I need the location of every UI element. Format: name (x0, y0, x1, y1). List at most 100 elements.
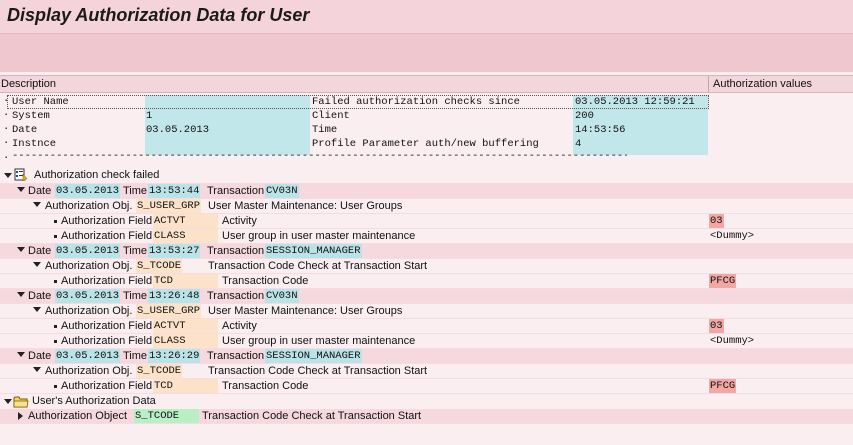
transaction-label: Transaction (207, 245, 265, 257)
profile-param-label: Profile Parameter auth/new buffering (312, 138, 539, 150)
date-label: Date (28, 290, 52, 302)
bullet-icon (54, 325, 57, 328)
expand-icon[interactable] (17, 187, 25, 192)
user-auth-object-row[interactable]: Authorization Object S_TCODE Transaction… (0, 409, 853, 424)
expand-icon[interactable] (33, 307, 41, 312)
separator-dashes: ----------------------------------------… (12, 150, 627, 162)
auth-field-name: CLASS (153, 229, 218, 243)
auth-field-row[interactable]: Authorization Field ACTVT Activity 03 (0, 214, 853, 229)
entry-transaction: CV03N (265, 184, 299, 198)
expand-icon[interactable] (33, 262, 41, 267)
failed-entry-date-row[interactable]: Date 03.05.2013 Time 13:26:48 Transactio… (0, 289, 853, 304)
auth-field-text: Transaction Code (222, 275, 309, 287)
auth-field-label: Authorization Field (61, 230, 153, 242)
expand-icon[interactable] (18, 412, 23, 420)
time-label: Time (123, 245, 148, 257)
entry-transaction: SESSION_MANAGER (265, 244, 362, 258)
user-auth-title: User's Authorization Data (32, 395, 156, 407)
expand-icon[interactable] (4, 399, 12, 404)
expand-icon[interactable] (17, 352, 25, 357)
auth-field-label: Authorization Field (61, 275, 153, 287)
client-label: Client (312, 110, 350, 122)
auth-field-text: Transaction Code (222, 380, 309, 392)
auth-field-row[interactable]: Authorization Field TCD Transaction Code… (0, 274, 853, 289)
date-label: Date (28, 245, 52, 257)
column-header: Description Authorization values (0, 75, 853, 93)
time-value: 14:53:56 (575, 124, 626, 136)
failed-entry-date-row[interactable]: Date 03.05.2013 Time 13:26:29 Transactio… (0, 349, 853, 364)
auth-object-row[interactable]: Authorization Obj. S_TCODE Transaction C… (0, 364, 853, 379)
time-label: Time (123, 290, 148, 302)
auth-field-value: PFCG (709, 274, 737, 288)
auth-object-label: Authorization Obj. (45, 305, 133, 317)
auth-field-name: CLASS (153, 334, 218, 348)
auth-object-name: S_USER_GRP (136, 199, 202, 213)
system-value: 1 (146, 110, 153, 122)
user-name-label: User Name (12, 96, 69, 108)
auth-object-label: Authorization Obj. (45, 200, 133, 212)
auth-field-row[interactable]: Authorization Field TCD Transaction Code… (0, 379, 853, 394)
auth-field-label: Authorization Field (61, 215, 153, 227)
bullet-icon (54, 280, 57, 283)
failed-entry-date-row[interactable]: Date 03.05.2013 Time 13:53:44 Transactio… (0, 184, 853, 199)
info-row-user[interactable]: · User Name Failed authorization checks … (0, 95, 853, 109)
auth-field-row[interactable]: Authorization Field CLASS User group in … (0, 229, 853, 244)
bullet-icon: · (3, 152, 10, 164)
failed-entry-date-row[interactable]: Date 03.05.2013 Time 13:53:27 Transactio… (0, 244, 853, 259)
bullet-icon: · (3, 137, 10, 149)
time-label: Time (312, 124, 338, 136)
auth-object-label: Authorization Object (28, 410, 128, 422)
auth-object-name: S_TCODE (136, 259, 183, 273)
profile-param-value: 4 (575, 138, 582, 150)
entry-date: 03.05.2013 (55, 184, 121, 198)
date-label: Date (28, 185, 52, 197)
info-row-system[interactable]: · System 1 Client 200 (0, 109, 853, 123)
entry-date: 03.05.2013 (55, 244, 121, 258)
auth-field-name: TCD (153, 379, 218, 393)
entry-time: 13:53:27 (148, 244, 201, 258)
instance-label: Instnce (12, 138, 57, 150)
date-label: Date (28, 350, 52, 362)
column-authorization-values[interactable]: Authorization values (713, 78, 812, 90)
auth-field-text: Activity (222, 215, 257, 227)
info-row-separator: · --------------------------------------… (0, 150, 853, 164)
bullet-icon (54, 340, 57, 343)
failed-checks-node[interactable]: Authorization check failed (0, 168, 853, 184)
date-label: Date (12, 124, 38, 136)
user-auth-node[interactable]: User's Authorization Data (0, 394, 853, 410)
entry-time: 13:53:44 (148, 184, 201, 198)
column-description[interactable]: Description (1, 78, 56, 90)
auth-object-text: User Master Maintenance: User Groups (208, 200, 403, 212)
expand-icon[interactable] (4, 173, 12, 178)
entry-transaction: SESSION_MANAGER (265, 349, 362, 363)
failed-checks-title: Authorization check failed (34, 169, 160, 181)
auth-field-row[interactable]: Authorization Field CLASS User group in … (0, 334, 853, 349)
info-row-date[interactable]: · Date 03.05.2013 Time 14:53:56 (0, 123, 853, 137)
auth-object-label: Authorization Obj. (45, 260, 133, 272)
entry-date: 03.05.2013 (55, 289, 121, 303)
auth-object-row[interactable]: Authorization Obj. S_USER_GRP User Maste… (0, 304, 853, 319)
auth-field-text: User group in user master maintenance (222, 335, 416, 347)
auth-object-text: Transaction Code Check at Transaction St… (208, 365, 428, 377)
auth-field-value: <Dummy> (710, 335, 755, 347)
bullet-icon: · (3, 95, 10, 107)
auth-field-name: ACTVT (153, 214, 218, 228)
expand-icon[interactable] (33, 202, 41, 207)
auth-field-label: Authorization Field (61, 380, 153, 392)
expand-icon[interactable] (17, 292, 25, 297)
column-separator[interactable] (708, 76, 709, 92)
expand-icon[interactable] (17, 247, 25, 252)
expand-icon[interactable] (33, 367, 41, 372)
auth-field-value: PFCG (709, 379, 737, 393)
auth-object-row[interactable]: Authorization Obj. S_USER_GRP User Maste… (0, 199, 853, 214)
system-label: System (12, 110, 50, 122)
auth-object-row[interactable]: Authorization Obj. S_TCODE Transaction C… (0, 259, 853, 274)
auth-object-label: Authorization Obj. (45, 365, 133, 377)
failed-checks-value: 03.05.2013 12:59:21 (575, 96, 695, 108)
bullet-icon: · (3, 123, 10, 135)
auth-field-value: <Dummy> (710, 230, 755, 242)
auth-field-row[interactable]: Authorization Field ACTVT Activity 03 (0, 319, 853, 334)
auth-object-text: Transaction Code Check at Transaction St… (208, 260, 428, 272)
entry-transaction: CV03N (265, 289, 299, 303)
info-row-instance[interactable]: · Instnce Profile Parameter auth/new buf… (0, 137, 853, 151)
